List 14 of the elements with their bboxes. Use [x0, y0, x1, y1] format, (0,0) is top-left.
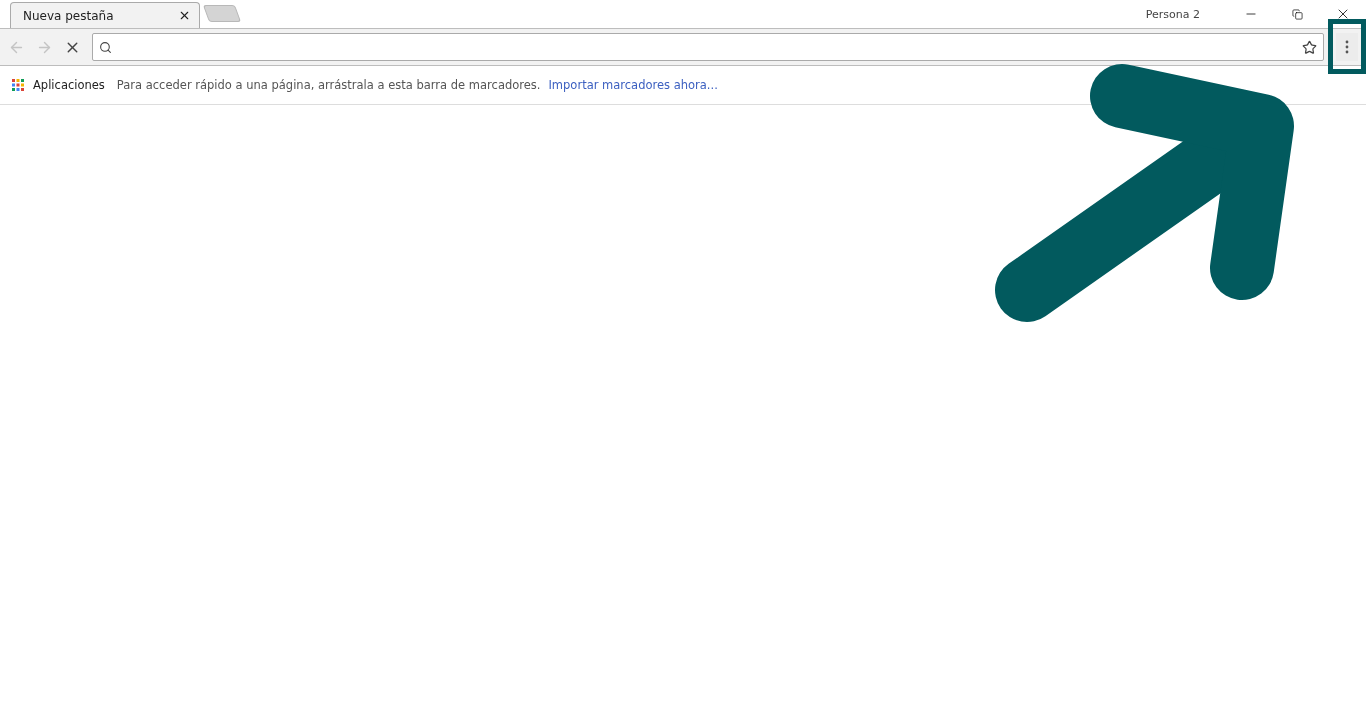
star-icon[interactable] [1302, 39, 1317, 55]
profile-name[interactable]: Persona 2 [1145, 7, 1200, 21]
search-icon [99, 40, 112, 54]
restore-icon [1291, 8, 1303, 20]
bookmarks-hint: Para acceder rápido a una página, arrástrala a esta barra de marcadores. [116, 78, 541, 92]
close-icon[interactable] [178, 9, 191, 22]
tab-title: Nueva pestaña [23, 8, 114, 23]
new-tab-button[interactable] [202, 5, 242, 22]
menu-button[interactable] [1336, 33, 1358, 61]
import-bookmarks-link[interactable]: Importar marcadores ahora... [548, 78, 718, 92]
browser-tab[interactable]: Nueva pestaña [10, 2, 200, 28]
apps-grid-icon [12, 79, 24, 91]
apps-button[interactable]: Aplicaciones [12, 78, 105, 92]
vertical-dots-icon [1345, 40, 1349, 54]
